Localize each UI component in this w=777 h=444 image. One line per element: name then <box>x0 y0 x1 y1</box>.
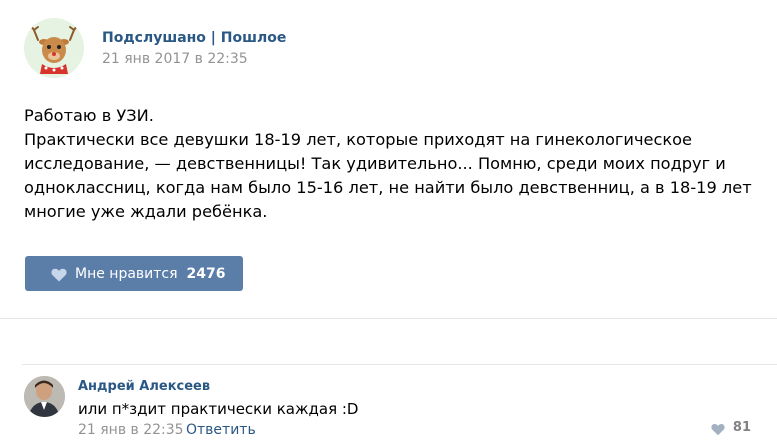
divider <box>22 364 777 365</box>
comment-like-button[interactable]: 81 <box>711 420 751 436</box>
comment-like-count: 81 <box>732 420 751 435</box>
like-count: 2476 <box>186 265 226 282</box>
post-header: Подслушано | Пошлое 21 янв 2017 в 22:35 <box>24 18 744 80</box>
comment-avatar[interactable] <box>24 376 65 417</box>
comment: Андрей Алексеев или п*здит практически к… <box>24 376 759 440</box>
deer-avatar-icon <box>24 18 84 78</box>
person-avatar-icon <box>24 376 65 417</box>
post-text-line: Работаю в УЗИ. <box>24 106 154 125</box>
post-text-line: многие уже ждали ребёнка. <box>24 202 268 221</box>
heart-icon <box>711 421 725 436</box>
post-date[interactable]: 21 янв 2017 в 22:35 <box>102 51 248 67</box>
post-text-line: Практически все девушки 18-19 лет, котор… <box>24 130 693 149</box>
post-author-name[interactable]: Подслушано | Пошлое <box>102 30 286 46</box>
divider <box>0 318 777 319</box>
post-text: Работаю в УЗИ. Практически все девушки 1… <box>24 104 754 224</box>
comment-text: или п*здит практически каждая :D <box>78 400 359 418</box>
post-text-line: одноклассниц, когда нам было 15-16 лет, … <box>24 178 752 197</box>
comment-date[interactable]: 21 янв в 22:35 <box>78 422 184 438</box>
post-text-line: исследование, — девственницы! Так удивит… <box>24 154 726 173</box>
heart-icon <box>51 267 67 281</box>
reply-link[interactable]: Ответить <box>186 422 256 438</box>
comment-author-name[interactable]: Андрей Алексеев <box>78 379 210 394</box>
author-avatar[interactable] <box>24 18 84 78</box>
like-label: Мне нравится <box>75 265 178 282</box>
like-button[interactable]: Мне нравится 2476 <box>25 256 243 291</box>
